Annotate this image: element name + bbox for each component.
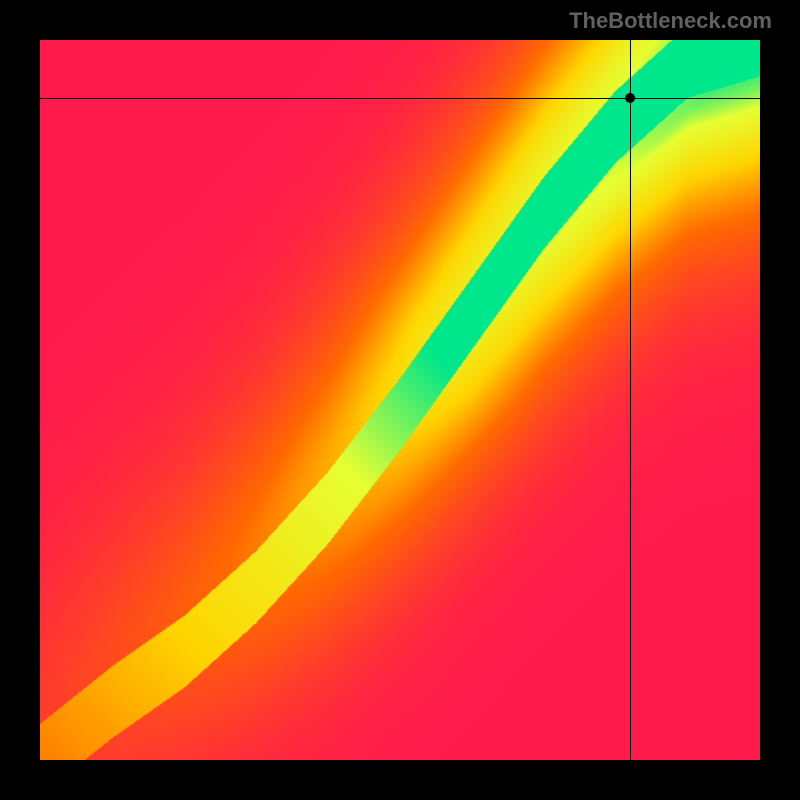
marker-dot — [625, 93, 635, 103]
heatmap-chart — [40, 40, 760, 760]
chart-container: TheBottleneck.com — [0, 0, 800, 800]
heatmap-canvas — [40, 40, 760, 760]
crosshair-horizontal — [40, 98, 760, 99]
crosshair-vertical — [630, 40, 631, 760]
watermark-text: TheBottleneck.com — [569, 8, 772, 34]
